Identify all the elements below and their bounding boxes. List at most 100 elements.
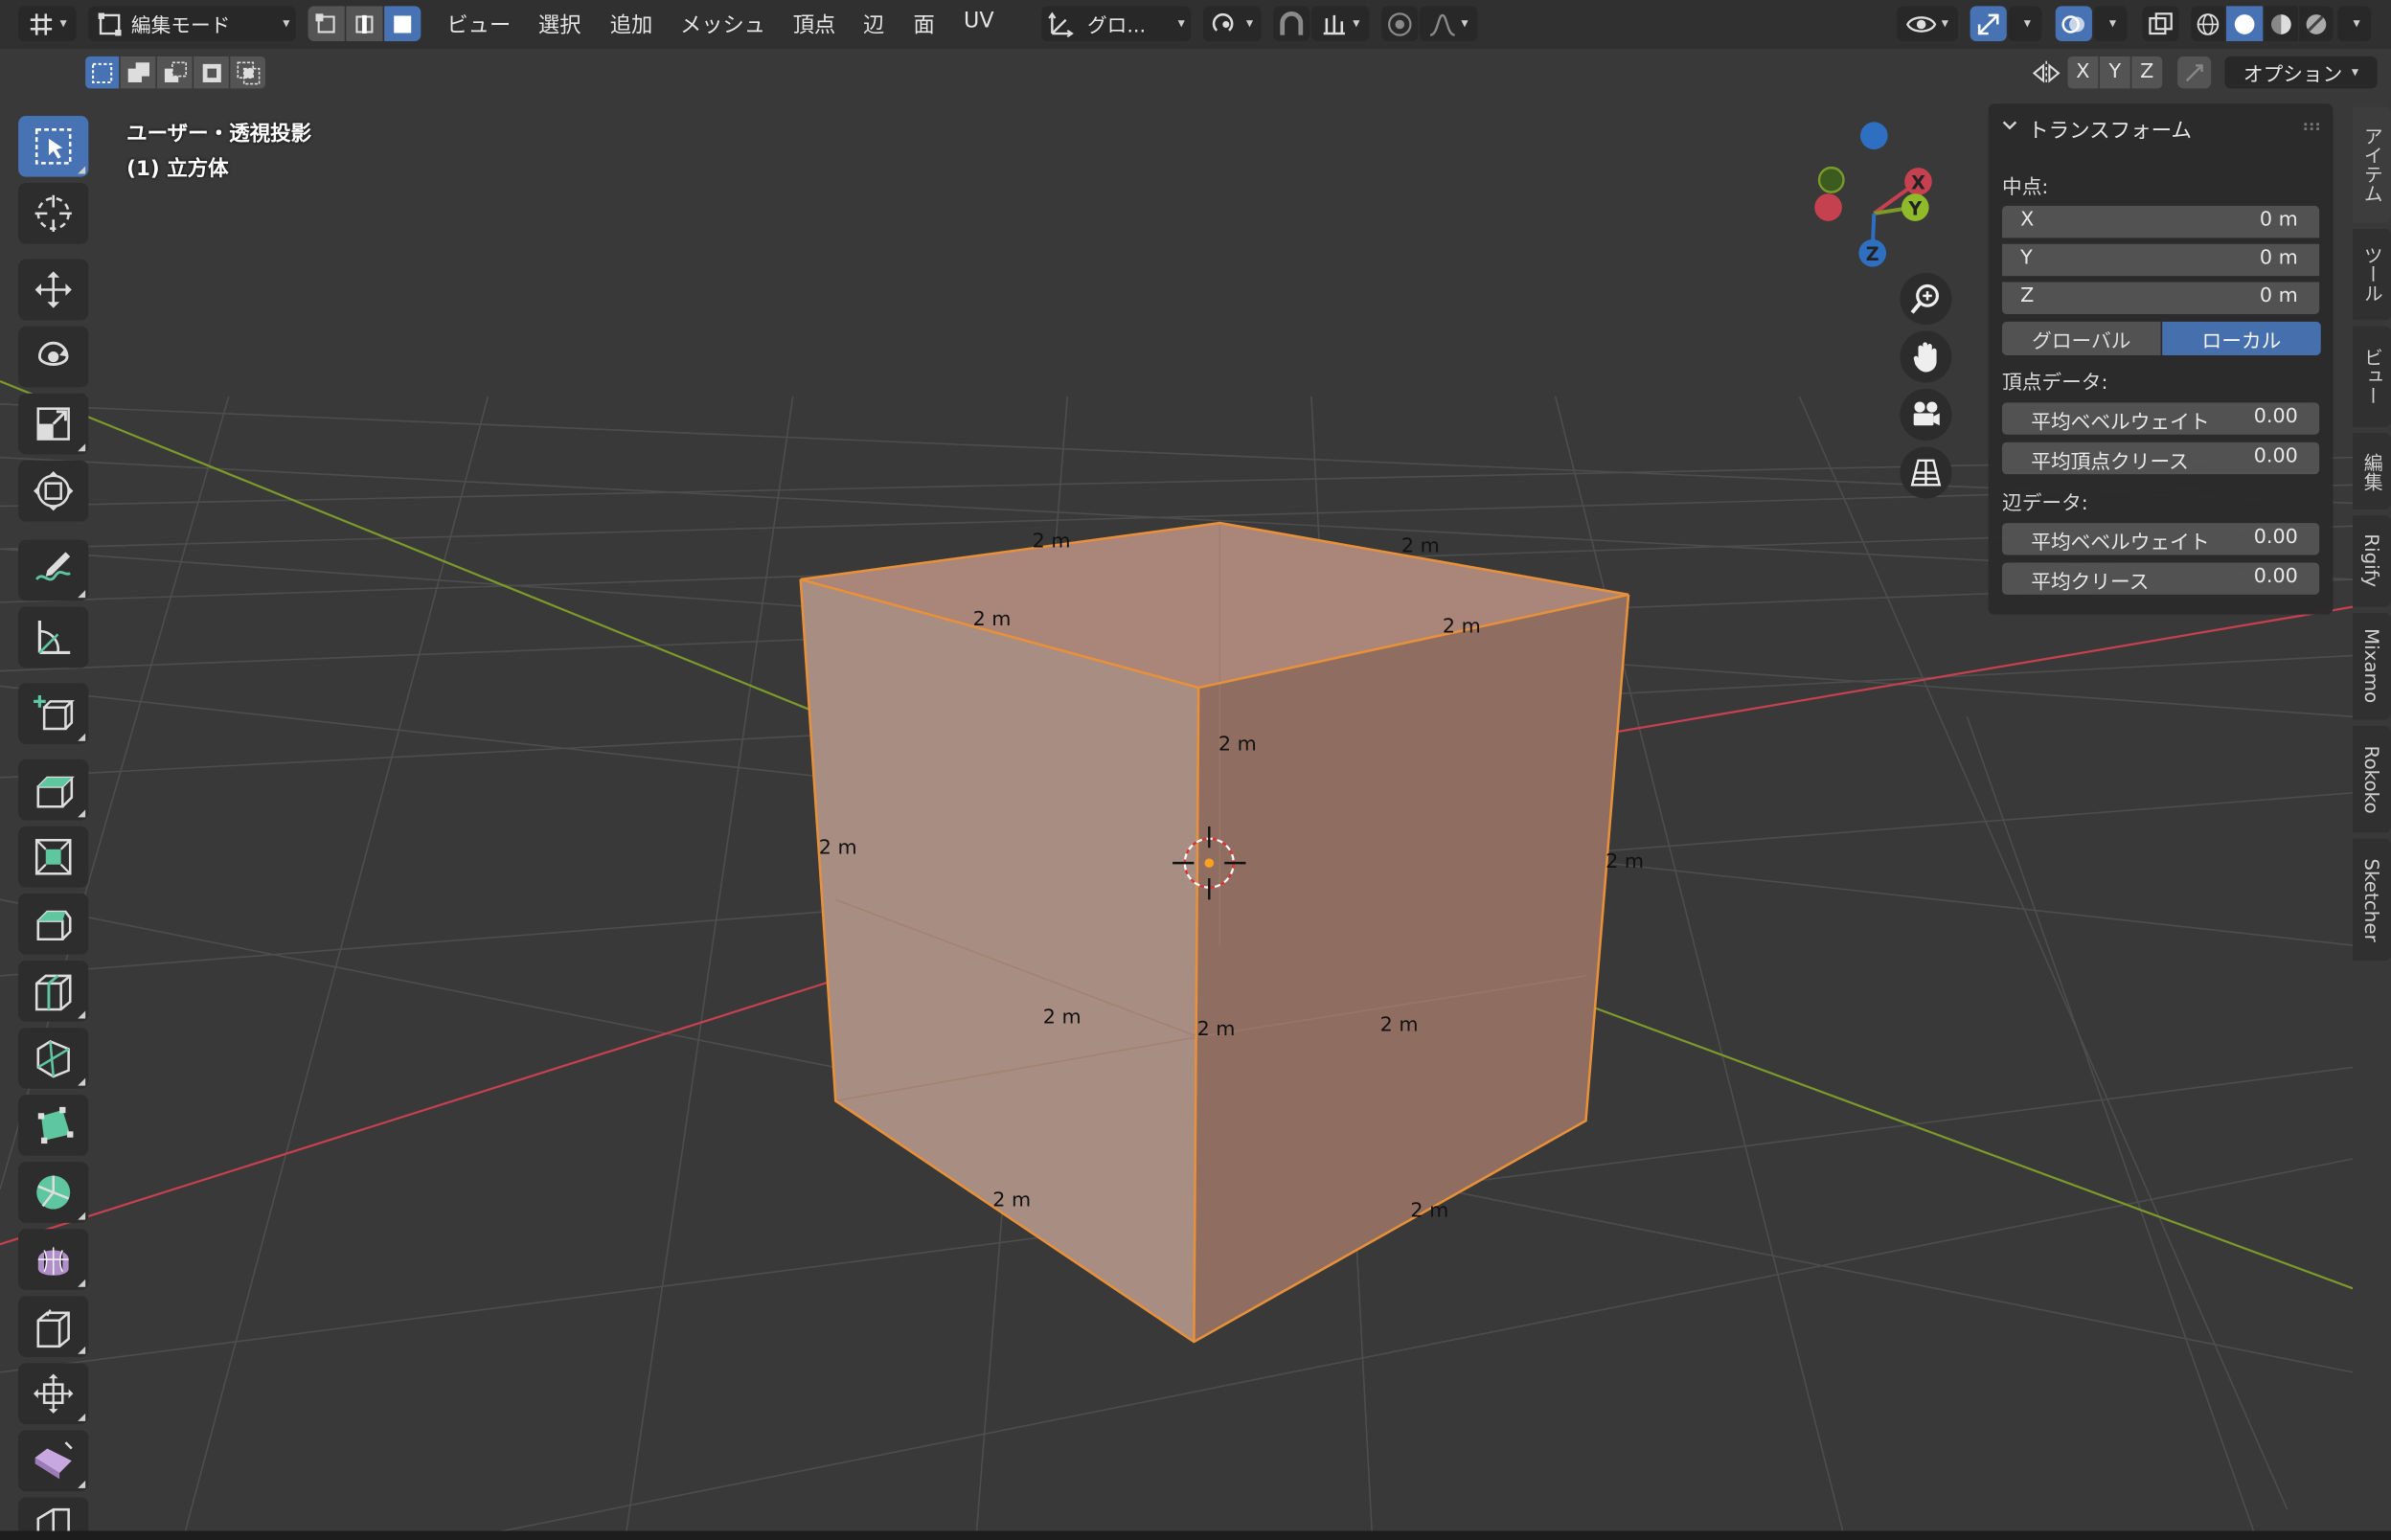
gizmo-toggle[interactable] <box>1970 6 2007 41</box>
tab-view-label: ビュー <box>2360 348 2383 406</box>
mirror-y-toggle[interactable]: Y <box>2099 56 2130 89</box>
select-intersect-button[interactable] <box>230 56 265 89</box>
falloff-select[interactable]: ▾ <box>1419 6 1478 41</box>
tool-shear[interactable] <box>18 1430 89 1492</box>
menu-add[interactable]: 追加 <box>610 10 653 40</box>
options-menu[interactable]: オプション ▾ <box>2224 56 2378 89</box>
bevel-icon <box>36 910 72 941</box>
tool-inset[interactable] <box>18 826 89 888</box>
tool-cursor[interactable] <box>18 183 89 244</box>
menu-select[interactable]: 選択 <box>538 10 581 40</box>
extrude-icon <box>36 776 75 808</box>
snap-toggle[interactable] <box>1273 6 1310 41</box>
mode-select[interactable]: 編集モード ▾ <box>88 6 296 41</box>
xray-toggle[interactable] <box>2142 6 2179 41</box>
annotate-icon <box>35 552 71 581</box>
mirror-z-toggle[interactable]: Z <box>2131 56 2163 89</box>
tool-add-cube[interactable] <box>18 683 89 744</box>
overlays-menu[interactable]: ▾ <box>2093 6 2128 41</box>
zoom-button[interactable] <box>1900 272 1952 326</box>
menu-vertex[interactable]: 頂点 <box>793 10 836 40</box>
tool-measure[interactable] <box>18 606 89 668</box>
tool-extrude[interactable] <box>18 759 89 821</box>
camera-view-button[interactable] <box>1900 388 1952 442</box>
tool-shrink-fatten[interactable] <box>18 1363 89 1425</box>
tool-smooth[interactable] <box>18 1229 89 1290</box>
menu-face[interactable]: 面 <box>913 10 934 40</box>
drag-handle-icon[interactable] <box>2303 122 2324 131</box>
edge-data-label: 辺データ: <box>2002 492 2088 516</box>
tool-spin[interactable] <box>18 1162 89 1223</box>
face-select-mode-button[interactable] <box>384 6 421 41</box>
menu-uv[interactable]: UV <box>964 10 994 34</box>
tool-loop-cut[interactable] <box>18 961 89 1022</box>
topology-mirror-toggle[interactable] <box>2177 56 2212 89</box>
tab-item[interactable]: アイテム <box>2353 106 2391 223</box>
shading-wireframe-button[interactable] <box>2191 6 2225 41</box>
tab-edit[interactable]: 編集 <box>2353 433 2391 510</box>
tab-sketcher[interactable]: Sketcher <box>2353 838 2391 962</box>
tool-select-box[interactable] <box>18 115 89 177</box>
tool-knife[interactable] <box>18 1028 89 1089</box>
menu-mesh[interactable]: メッシュ <box>680 10 765 40</box>
tab-tool[interactable]: ツール <box>2353 228 2391 321</box>
navigation-gizmo[interactable]: X Y Z <box>1799 106 1951 289</box>
editor-type-button[interactable]: ▾ <box>18 6 77 41</box>
global-toggle[interactable]: グローバル <box>2002 321 2161 355</box>
median-x-field[interactable]: X 0 m <box>2002 205 2320 238</box>
tab-view[interactable]: ビュー <box>2353 326 2391 427</box>
shading-rendered-button[interactable] <box>2299 6 2334 41</box>
menu-edge[interactable]: 辺 <box>863 10 884 40</box>
panel-title[interactable]: トランスフォーム <box>2028 113 2192 143</box>
tab-rokoko[interactable]: Rokoko <box>2353 725 2391 833</box>
chevron-down-icon[interactable] <box>2002 118 2017 133</box>
local-toggle[interactable]: ローカル <box>2162 321 2321 355</box>
pan-button[interactable] <box>1900 330 1952 383</box>
xray-icon <box>2149 11 2173 34</box>
tool-edge-slide[interactable] <box>18 1296 89 1357</box>
3d-viewport[interactable]: 2 m 2 m 2 m 2 m 2 m 2 m 2 m 2 m 2 m 2 m … <box>0 94 2354 1540</box>
proportional-edit-toggle[interactable] <box>1381 6 1419 41</box>
select-invert-button[interactable] <box>194 56 229 89</box>
tool-bevel[interactable] <box>18 893 89 955</box>
menu-view[interactable]: ビュー <box>446 10 511 40</box>
vertex-bevel-weight-field[interactable]: 平均ベベルウェイト 0.00 <box>2002 402 2320 435</box>
gizmo-menu[interactable]: ▾ <box>2008 6 2042 41</box>
perspective-toggle-button[interactable] <box>1900 446 1952 499</box>
select-subtract-button[interactable] <box>156 56 193 89</box>
mirror-x-toggle[interactable]: X <box>2067 56 2099 89</box>
median-z-field[interactable]: Z 0 m <box>2002 282 2320 314</box>
median-y-field[interactable]: Y 0 m <box>2002 243 2320 277</box>
pivot-point-select[interactable]: ▾ <box>1202 6 1262 41</box>
shading-menu[interactable]: ▾ <box>2337 6 2372 41</box>
snap-target-select[interactable]: ▾ <box>1310 6 1370 41</box>
tool-annotate[interactable] <box>18 539 89 601</box>
vertex-select-mode-button[interactable] <box>307 6 345 41</box>
edge-crease-field[interactable]: 平均クリース 0.00 <box>2002 562 2320 595</box>
overlays-toggle[interactable] <box>2055 6 2092 41</box>
tool-rotate[interactable] <box>18 326 89 388</box>
tool-move[interactable] <box>18 259 89 321</box>
edge-bevel-weight-field[interactable]: 平均ベベルウェイト 0.00 <box>2002 523 2320 555</box>
smooth-icon <box>37 1247 69 1276</box>
select-extend-button[interactable] <box>120 56 156 89</box>
grid-perspective-icon <box>1910 459 1942 487</box>
tab-rigify[interactable]: Rigify <box>2353 515 2391 607</box>
tab-mixamo[interactable]: Mixamo <box>2353 613 2391 720</box>
select-extend-icon <box>126 61 149 82</box>
shading-solid-button[interactable] <box>2226 6 2264 41</box>
mirror-icon <box>2032 60 2061 86</box>
median-x-label: X <box>2020 209 2035 232</box>
select-new-button[interactable] <box>85 56 120 89</box>
edge-select-mode-button[interactable] <box>346 6 383 41</box>
tool-poly-build[interactable] <box>18 1095 89 1156</box>
tool-transform[interactable] <box>18 460 89 522</box>
shading-material-button[interactable] <box>2264 6 2298 41</box>
transform-orientation-select[interactable]: グロ... ▾ <box>1041 6 1192 41</box>
topology-mirror-icon <box>2185 63 2203 81</box>
vertex-crease-field[interactable]: 平均頂点クリース 0.00 <box>2002 442 2320 475</box>
tool-scale[interactable] <box>18 393 89 455</box>
tab-tool-label: ツール <box>2360 245 2383 304</box>
visibility-select[interactable]: ▾ <box>1897 6 1958 41</box>
view-name: ユーザー・透視投影 <box>126 122 312 147</box>
